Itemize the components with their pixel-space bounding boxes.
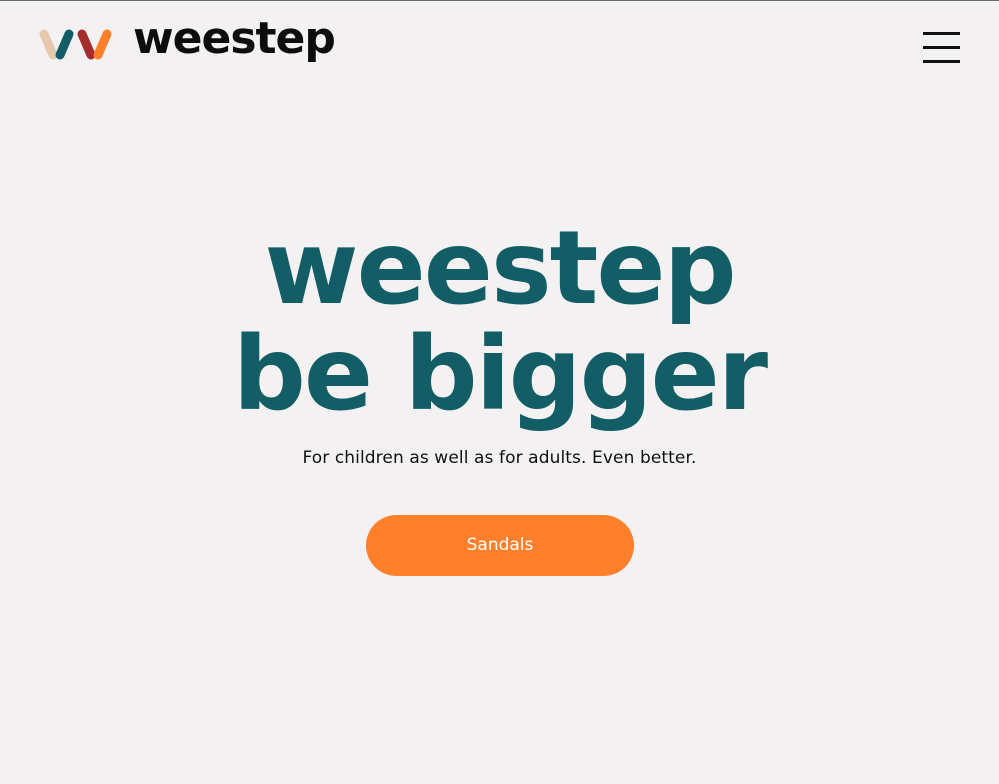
hero-subtitle: For children as well as for adults. Even… — [302, 448, 697, 468]
hero-title: weestep be bigger — [0, 216, 999, 428]
sandals-button[interactable]: Sandals — [366, 515, 634, 576]
hero-title-line-1: weestep — [264, 209, 736, 328]
menu-bar-middle — [923, 46, 960, 49]
page: weestep weestep be bigger For children a… — [0, 0, 999, 784]
logo-mark-icon — [39, 29, 112, 60]
hamburger-menu-icon[interactable] — [921, 32, 961, 64]
menu-bar-bottom — [923, 60, 960, 63]
menu-bar-top — [923, 32, 960, 35]
logo-text: weestep — [133, 13, 336, 64]
site-header: weestep — [0, 1, 999, 91]
hero-section: weestep be bigger For children as well a… — [0, 216, 999, 469]
hero-title-line-2: be bigger — [232, 315, 768, 434]
logo-link[interactable]: weestep — [39, 13, 336, 64]
